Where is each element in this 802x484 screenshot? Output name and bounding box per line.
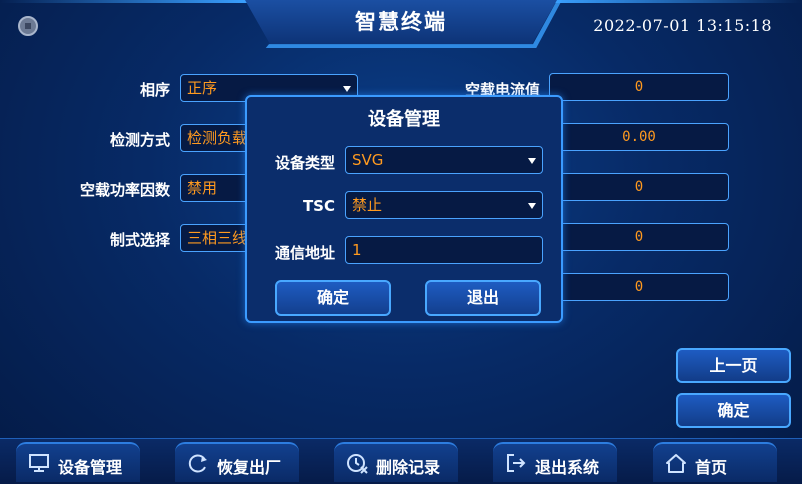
stop-icon[interactable] (18, 16, 38, 36)
no-load-current-input[interactable]: 0 (549, 73, 729, 101)
tsc-label: TSC (302, 197, 335, 215)
dialog-title: 设备管理 (368, 109, 440, 130)
device-type-select[interactable]: SVG (345, 146, 543, 174)
confirm-button[interactable]: 确定 (676, 393, 791, 428)
nav-label: 退出系统 (535, 458, 600, 477)
comm-address-input[interactable]: 1 (345, 236, 543, 264)
datetime-display: 2022-07-01 13:15:18 (593, 16, 772, 35)
device-type-value: SVG (352, 151, 384, 169)
dialog-ok-button[interactable]: 确定 (275, 280, 391, 316)
chevron-down-icon (528, 158, 536, 164)
header-bar: 智慧终端 2022-07-01 13:15:18 (0, 0, 802, 50)
value-input-4[interactable]: 0 (549, 223, 729, 251)
prev-page-button[interactable]: 上一页 (676, 348, 791, 383)
device-type-label: 设备类型 (274, 154, 335, 172)
nav-delete-records[interactable]: 删除记录 (334, 442, 458, 482)
system-type-value: 三相三线 (187, 229, 248, 247)
value-input-3[interactable]: 0 (549, 173, 729, 201)
nav-exit-system[interactable]: 退出系统 (493, 442, 617, 482)
clock-delete-icon (347, 454, 368, 474)
chevron-down-icon (528, 203, 536, 209)
no-load-pf-value: 禁用 (187, 179, 218, 197)
nav-label: 删除记录 (376, 458, 441, 477)
tsc-value: 禁止 (352, 196, 383, 214)
device-management-dialog: 设备管理 设备类型 SVG TSC 禁止 通信地址 1 确定 退出 (245, 95, 563, 323)
nav-label: 设备管理 (58, 458, 123, 477)
header-line-right (552, 0, 802, 3)
page-title: 智慧终端 (355, 10, 447, 34)
refresh-icon (188, 454, 207, 473)
detection-mode-value: 检测负载 (187, 129, 248, 147)
header-line-left (0, 0, 250, 3)
no-load-pf-label: 空载功率因数 (79, 181, 170, 199)
comm-address-label: 通信地址 (274, 244, 335, 262)
nav-label: 首页 (695, 458, 728, 477)
detection-mode-label: 检测方式 (109, 131, 170, 149)
value-input-5[interactable]: 0 (549, 273, 729, 301)
exit-icon (507, 454, 526, 472)
system-type-label: 制式选择 (109, 231, 170, 249)
tsc-select[interactable]: 禁止 (345, 191, 543, 219)
home-icon (666, 454, 686, 473)
nav-factory-reset[interactable]: 恢复出厂 (175, 442, 299, 482)
dialog-exit-button[interactable]: 退出 (425, 280, 541, 316)
nav-device-management[interactable]: 设备管理 (16, 442, 140, 482)
nav-label: 恢复出厂 (217, 458, 282, 477)
value-input-2[interactable]: 0.00 (549, 123, 729, 151)
chevron-down-icon (343, 86, 351, 92)
phase-sequence-label: 相序 (139, 81, 170, 99)
monitor-icon (29, 454, 49, 472)
phase-sequence-value: 正序 (187, 79, 218, 97)
nav-home[interactable]: 首页 (653, 442, 777, 482)
